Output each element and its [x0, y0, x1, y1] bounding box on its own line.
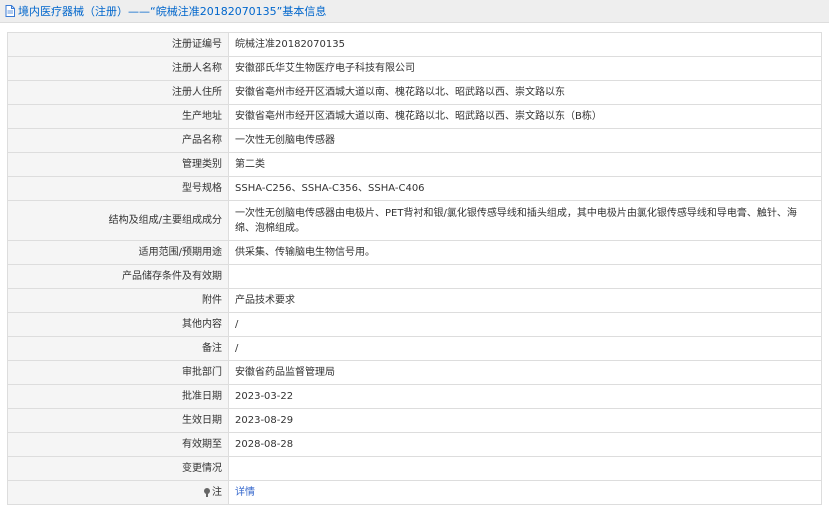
field-label: 审批部门 [7, 360, 229, 385]
table-row: 注册证编号 皖械注准20182070135 [7, 32, 822, 57]
info-table: 注册证编号 皖械注准20182070135 注册人名称 安徽邵氏华艾生物医疗电子科技有… [7, 32, 822, 505]
field-value: 一次性无创脑电传感器 [228, 128, 822, 153]
field-value: 2023-03-22 [228, 384, 822, 409]
field-label: 产品储存条件及有效期 [7, 264, 229, 289]
table-row: 变更情况 [7, 456, 822, 481]
field-label: 生产地址 [7, 104, 229, 129]
field-value: / [228, 312, 822, 337]
field-value: 安徽邵氏华艾生物医疗电子科技有限公司 [228, 56, 822, 81]
details-link[interactable]: 详情 [235, 487, 255, 498]
field-label: 产品名称 [7, 128, 229, 153]
field-value: 安徽省药品监督管理局 [228, 360, 822, 385]
field-label: 适用范围/预期用途 [7, 240, 229, 265]
table-row: 有效期至 2028-08-28 [7, 432, 822, 457]
note-label: 注 [212, 487, 222, 498]
field-label: 有效期至 [7, 432, 229, 457]
table-row: 型号规格 SSHA-C256、SSHA-C356、SSHA-C406 [7, 176, 822, 201]
table-row: 注册人住所 安徽省亳州市经开区酒城大道以南、槐花路以北、昭武路以西、崇文路以东 [7, 80, 822, 105]
field-label: 附件 [7, 288, 229, 313]
table-row: 管理类别 第二类 [7, 152, 822, 177]
field-value [228, 456, 822, 481]
field-label: 其他内容 [7, 312, 229, 337]
field-label: 变更情况 [7, 456, 229, 481]
field-value: 2023-08-29 [228, 408, 822, 433]
field-value: 产品技术要求 [228, 288, 822, 313]
table-row: 生产地址 安徽省亳州市经开区酒城大道以南、槐花路以北、昭武路以西、崇文路以东（B栋… [7, 104, 822, 129]
table-row: 审批部门 安徽省药品监督管理局 [7, 360, 822, 385]
field-value: 供采集、传输脑电生物信号用。 [228, 240, 822, 265]
pin-icon [204, 488, 210, 497]
table-row: 产品名称 一次性无创脑电传感器 [7, 128, 822, 153]
page-header: 境内医疗器械（注册）——“皖械注准20182070135”基本信息 [0, 0, 829, 23]
field-value: 安徽省亳州市经开区酒城大道以南、槐花路以北、昭武路以西、崇文路以东 [228, 80, 822, 105]
table-row: 产品储存条件及有效期 [7, 264, 822, 289]
field-label: 型号规格 [7, 176, 229, 201]
field-label: 批准日期 [7, 384, 229, 409]
field-value: SSHA-C256、SSHA-C356、SSHA-C406 [228, 176, 822, 201]
table-row: 附件 产品技术要求 [7, 288, 822, 313]
table-row: 其他内容 / [7, 312, 822, 337]
field-label: 注册证编号 [7, 32, 229, 57]
field-label: 备注 [7, 336, 229, 361]
field-value: 皖械注准20182070135 [228, 32, 822, 57]
document-icon [5, 5, 16, 18]
table-row: 注册人名称 安徽邵氏华艾生物医疗电子科技有限公司 [7, 56, 822, 81]
field-value: 安徽省亳州市经开区酒城大道以南、槐花路以北、昭武路以西、崇文路以东（B栋） [228, 104, 822, 129]
note-row: 注 详情 [7, 480, 822, 505]
field-value: 一次性无创脑电传感器由电极片、PET背衬和银/氯化银传感导线和插头组成，其中电极… [228, 200, 822, 241]
field-value: 2028-08-28 [228, 432, 822, 457]
field-label: 管理类别 [7, 152, 229, 177]
field-label: 结构及组成/主要组成成分 [7, 200, 229, 241]
field-label: 注册人住所 [7, 80, 229, 105]
page-title: 境内医疗器械（注册）——“皖械注准20182070135”基本信息 [18, 5, 327, 18]
field-label: 生效日期 [7, 408, 229, 433]
field-label: 注册人名称 [7, 56, 229, 81]
note-label-cell: 注 [7, 480, 229, 505]
table-row: 批准日期 2023-03-22 [7, 384, 822, 409]
note-value-cell: 详情 [228, 480, 822, 505]
field-value: / [228, 336, 822, 361]
table-row: 结构及组成/主要组成成分 一次性无创脑电传感器由电极片、PET背衬和银/氯化银传感… [7, 200, 822, 241]
table-row: 适用范围/预期用途 供采集、传输脑电生物信号用。 [7, 240, 822, 265]
field-value: 第二类 [228, 152, 822, 177]
field-value [228, 264, 822, 289]
table-row: 备注 / [7, 336, 822, 361]
table-row: 生效日期 2023-08-29 [7, 408, 822, 433]
